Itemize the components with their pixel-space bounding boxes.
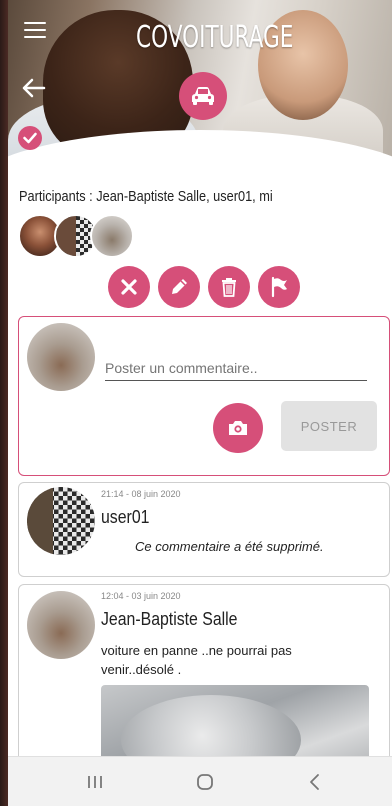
camera-icon: [229, 421, 247, 435]
system-nav-bar: [8, 756, 392, 806]
comment-author: user01: [101, 507, 150, 527]
delete-button[interactable]: [208, 266, 250, 308]
camera-button[interactable]: [213, 403, 263, 453]
post-button[interactable]: POSTER: [281, 401, 377, 451]
comment-text: Ce commentaire a été supprimé.: [135, 539, 324, 554]
recent-apps-icon[interactable]: [80, 770, 110, 794]
status-check: [18, 124, 78, 150]
hamburger-menu-icon[interactable]: [24, 22, 46, 40]
avatar[interactable]: [90, 214, 134, 258]
check-icon: [18, 126, 42, 150]
participants-text: Participants : Jean-Baptiste Salle, user…: [19, 188, 273, 205]
avatar: [27, 323, 95, 391]
comment-timestamp: 12:04 - 03 juin 2020: [101, 591, 181, 601]
comment-timestamp: 21:14 - 08 juin 2020: [101, 489, 181, 499]
cancel-button[interactable]: [108, 266, 150, 308]
avatar[interactable]: [27, 591, 95, 659]
comment-author: Jean-Baptiste Salle: [101, 609, 238, 629]
background-edge: [0, 0, 8, 806]
trash-icon: [222, 278, 236, 297]
pencil-icon: [172, 279, 187, 294]
car-icon: [179, 72, 227, 120]
close-icon: [121, 279, 137, 295]
edit-button[interactable]: [158, 266, 200, 308]
page-title: COVOITURAGE: [136, 20, 294, 55]
app-screen: COVOITURAGE Participants : Jean-Baptiste…: [8, 0, 392, 806]
avatar[interactable]: [27, 487, 95, 555]
avatar-overlay: [56, 216, 76, 256]
home-icon[interactable]: [190, 770, 220, 794]
flag-icon: [271, 276, 287, 298]
comment-card: 21:14 - 08 juin 2020 user01 Ce commentai…: [18, 482, 390, 577]
report-button[interactable]: [258, 266, 300, 308]
arrow-left-icon[interactable]: [22, 78, 46, 98]
comment-text: voiture en panne ..ne pourrai pas venir.…: [101, 643, 292, 677]
new-comment-card: POSTER: [18, 316, 390, 476]
avatar-overlay: [27, 487, 53, 555]
comment-input[interactable]: [105, 355, 367, 381]
participants-label: Participants : Jean-Baptiste Salle, user…: [19, 188, 389, 205]
back-nav-icon[interactable]: [300, 770, 330, 794]
